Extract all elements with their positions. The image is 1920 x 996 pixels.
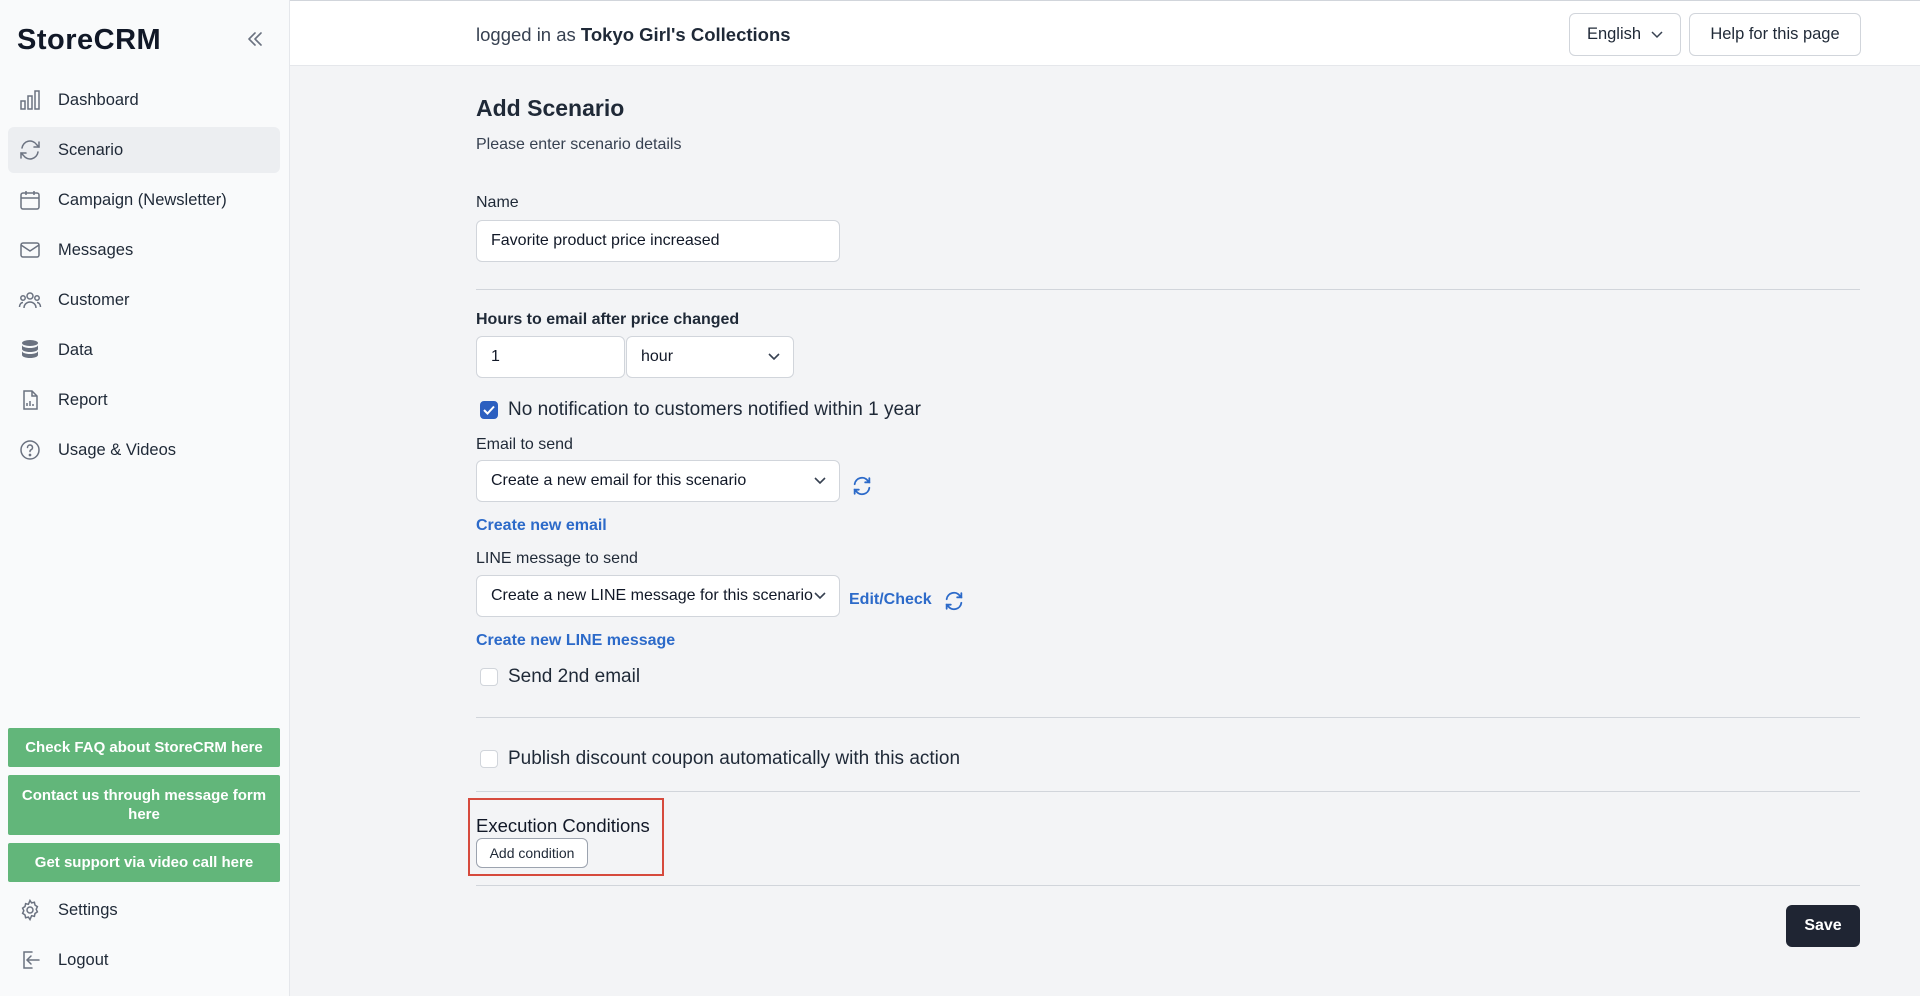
chevron-down-icon (768, 353, 780, 361)
sidebar-item-label: Campaign (Newsletter) (58, 190, 227, 209)
refresh-line-icon[interactable] (943, 590, 965, 612)
sidebar-item-label: Data (58, 340, 93, 359)
logout-icon (18, 948, 42, 972)
name-input[interactable]: Favorite product price increased (476, 220, 840, 262)
sidebar-item-label: Messages (58, 240, 134, 259)
no-notification-label: No notification to customers notified wi… (508, 399, 921, 420)
sidebar-item-label: Usage & Videos (58, 440, 177, 459)
main-content: Add Scenario Please enter scenario detai… (290, 66, 1920, 996)
sidebar-item-label: Report (58, 390, 108, 409)
email-to-send-label: Email to send (476, 436, 573, 453)
app-logo: StoreCRM (17, 24, 162, 56)
sidebar-item-usage-videos[interactable]: Usage & Videos (8, 427, 280, 473)
sidebar-item-settings[interactable]: Settings (8, 887, 280, 933)
name-label: Name (476, 194, 519, 211)
line-selected-value: Create a new LINE message for this scena… (491, 587, 813, 604)
calendar-icon (18, 188, 42, 212)
no-notification-checkbox[interactable] (480, 401, 498, 419)
store-name: Tokyo Girl's Collections (580, 24, 791, 45)
hours-unit-value: hour (641, 348, 674, 365)
execution-conditions-title: Execution Conditions (476, 815, 650, 836)
line-message-select[interactable]: Create a new LINE message for this scena… (476, 575, 840, 617)
edit-check-link[interactable]: Edit/Check (849, 591, 932, 609)
divider (476, 885, 1860, 886)
sidebar-item-label: Dashboard (58, 90, 139, 109)
hours-input[interactable]: 1 (476, 336, 625, 378)
sidebar-item-messages[interactable]: Messages (8, 227, 280, 273)
hours-label: Hours to email after price changed (476, 311, 740, 328)
divider (476, 289, 1860, 290)
sidebar-item-campaign[interactable]: Campaign (Newsletter) (8, 177, 280, 223)
email-selected-value: Create a new email for this scenario (491, 472, 747, 489)
refresh-email-icon[interactable] (851, 475, 873, 497)
hours-unit-select[interactable]: hour (626, 336, 794, 378)
send-2nd-email-checkbox[interactable] (480, 668, 498, 686)
chevron-down-icon (814, 592, 826, 600)
top-bar: logged in as Tokyo Girl's Collections En… (290, 0, 1920, 66)
language-label: English (1586, 25, 1642, 43)
document-chart-icon (18, 388, 42, 412)
page-title: Add Scenario (476, 95, 625, 121)
refresh-icon (18, 138, 42, 162)
database-icon (18, 338, 42, 362)
logged-in-prefix: logged in as (476, 24, 576, 45)
sidebar: StoreCRM Dashboard Scenario Campaign (Ne… (0, 0, 290, 996)
sidebar-item-customer[interactable]: Customer (8, 277, 280, 323)
save-button[interactable]: Save (1786, 905, 1860, 947)
chevron-down-icon (1651, 30, 1663, 38)
logged-in-indicator: logged in as Tokyo Girl's Collections (476, 24, 791, 46)
gear-icon (18, 898, 42, 922)
publish-coupon-label: Publish discount coupon automatically wi… (508, 748, 961, 769)
chevron-down-icon (814, 477, 826, 485)
faq-button[interactable]: Check FAQ about StoreCRM here (8, 728, 280, 767)
publish-coupon-checkbox[interactable] (480, 750, 498, 768)
checkmark-icon (483, 405, 495, 415)
sidebar-item-report[interactable]: Report (8, 377, 280, 423)
page-subtitle: Please enter scenario details (476, 136, 682, 153)
language-dropdown[interactable]: English (1569, 13, 1681, 56)
collapse-sidebar-icon[interactable] (244, 28, 266, 50)
email-to-send-select[interactable]: Create a new email for this scenario (476, 460, 840, 502)
sidebar-item-dashboard[interactable]: Dashboard (8, 77, 280, 123)
envelope-icon (18, 238, 42, 262)
divider (476, 717, 1860, 718)
sidebar-bottom-nav: Settings Logout (8, 887, 280, 987)
sidebar-item-logout[interactable]: Logout (8, 937, 280, 983)
bar-chart-icon (18, 88, 42, 112)
video-call-support-button[interactable]: Get support via video call here (8, 843, 280, 882)
sidebar-item-data[interactable]: Data (8, 327, 280, 373)
create-new-email-link[interactable]: Create new email (476, 517, 607, 535)
send-2nd-email-label: Send 2nd email (508, 666, 641, 687)
add-condition-button[interactable]: Add condition (476, 838, 588, 868)
sidebar-item-label: Customer (58, 290, 130, 309)
sidebar-nav: Dashboard Scenario Campaign (Newsletter)… (8, 77, 280, 477)
support-buttons: Check FAQ about StoreCRM here Contact us… (8, 728, 280, 890)
sidebar-item-scenario[interactable]: Scenario (8, 127, 280, 173)
question-circle-icon (18, 438, 42, 462)
line-message-label: LINE message to send (476, 550, 638, 567)
divider (476, 791, 1860, 792)
sidebar-item-label: Scenario (58, 140, 124, 159)
contact-form-button[interactable]: Contact us through message form here (8, 775, 280, 835)
help-for-page-button[interactable]: Help for this page (1689, 13, 1861, 56)
users-icon (18, 288, 42, 312)
create-new-line-message-link[interactable]: Create new LINE message (476, 632, 675, 650)
sidebar-item-label: Logout (58, 950, 109, 969)
sidebar-item-label: Settings (58, 900, 118, 919)
